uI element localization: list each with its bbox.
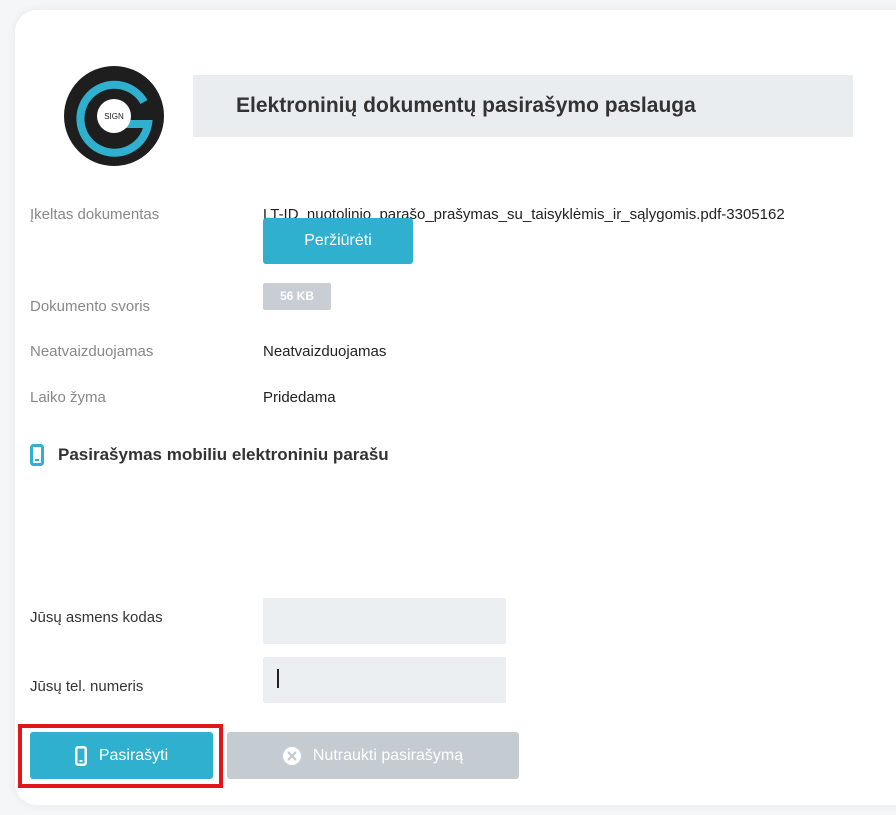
phone-number-label: Jūsų tel. numeris <box>30 678 144 695</box>
mobile-phone-icon <box>30 444 44 466</box>
document-size-label: Dokumento svoris <box>30 298 151 315</box>
gsign-logo-icon: SIGN <box>64 66 164 166</box>
display-label: Neatvaizduojamas <box>30 343 154 360</box>
sign-button[interactable]: Pasirašyti <box>30 732 213 779</box>
display-value: Neatvaizduojamas <box>263 343 387 360</box>
cancel-button-label: Nutraukti pasirašymą <box>312 746 464 764</box>
logo-text: SIGN <box>104 112 124 121</box>
document-size-badge: 56 KB <box>263 283 331 310</box>
section-title: Pasirašymas mobiliu elektroniniu parašu <box>58 445 389 464</box>
personal-code-label: Jūsų asmens kodas <box>30 609 163 626</box>
sign-button-label: Pasirašyti <box>98 746 169 764</box>
cancel-signing-button[interactable]: Nutraukti pasirašymą <box>227 732 519 779</box>
page-title: Elektroninių dokumentų pasirašymo paslau… <box>236 94 696 117</box>
personal-code-input[interactable] <box>263 598 506 644</box>
page-title-bar: Elektroninių dokumentų pasirašymo paslau… <box>193 75 853 137</box>
timestamp-label: Laiko žyma <box>30 389 106 406</box>
text-caret <box>277 669 279 688</box>
timestamp-value: Pridedama <box>263 389 336 406</box>
view-document-button[interactable]: Peržiūrėti <box>263 218 413 264</box>
mobile-signature-section-heading: Pasirašymas mobiliu elektroniniu parašu <box>30 443 389 467</box>
close-circle-icon <box>282 746 301 765</box>
uploaded-document-label: Įkeltas dokumentas <box>30 206 160 223</box>
mobile-phone-icon <box>74 745 87 766</box>
phone-number-input[interactable] <box>263 657 506 703</box>
